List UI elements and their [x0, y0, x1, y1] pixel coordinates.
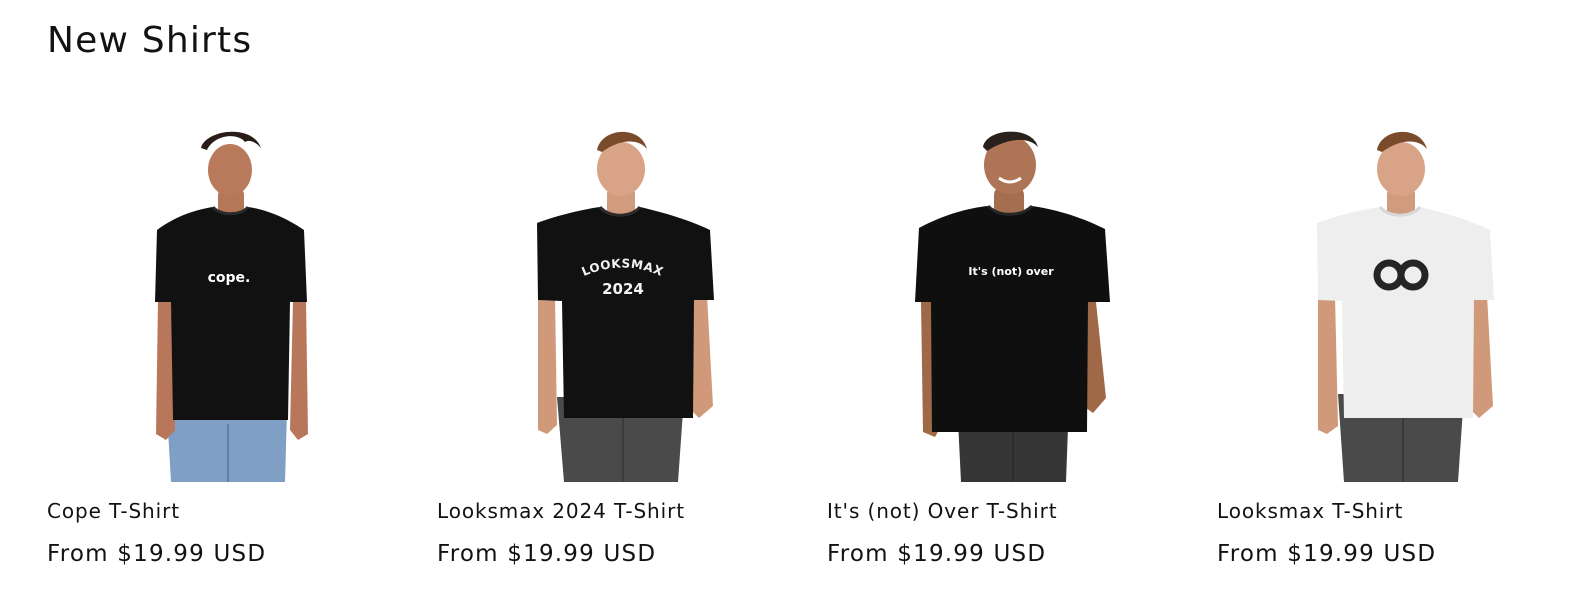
product-card[interactable]: LOOKSMAX 2024 Looksmax 2024 T-Shirt From…	[437, 112, 807, 569]
product-price: From $19.99 USD	[827, 541, 1047, 567]
cope-shirt-image: cope.	[155, 131, 308, 482]
its-not-over-shirt-image: It's (not) over	[915, 131, 1110, 482]
product-image[interactable]: cope.	[47, 112, 417, 482]
product-card[interactable]: It's (not) over It's (not) Over T-Shirt …	[827, 112, 1197, 569]
product-price: From $19.99 USD	[1217, 541, 1437, 567]
product-grid: cope. Cope T-Shirt From $19.99 USD LOOKS…	[47, 112, 1573, 569]
product-price: From $19.99 USD	[47, 541, 267, 567]
svg-text:cope.: cope.	[208, 270, 251, 286]
svg-text:It's (not) over: It's (not) over	[968, 265, 1054, 278]
looksmax-2024-shirt-image: LOOKSMAX 2024	[537, 131, 714, 482]
product-image[interactable]: LOOKSMAX 2024	[437, 112, 807, 482]
product-title[interactable]: Looksmax 2024 T-Shirt	[437, 497, 807, 525]
product-card[interactable]: Looksmax T-Shirt From $19.99 USD	[1217, 112, 1573, 569]
product-title[interactable]: It's (not) Over T-Shirt	[827, 497, 1197, 525]
product-title[interactable]: Looksmax T-Shirt	[1217, 497, 1573, 525]
svg-text:2024: 2024	[602, 280, 644, 298]
product-title[interactable]: Cope T-Shirt	[47, 497, 417, 525]
product-image[interactable]	[1217, 112, 1573, 482]
product-card[interactable]: cope. Cope T-Shirt From $19.99 USD	[47, 112, 417, 569]
looksmax-logo-shirt-image	[1317, 131, 1494, 482]
section-title: New Shirts	[47, 20, 253, 61]
product-collection: New Shirts cope. Cope T-Shirt From $19.9…	[0, 0, 1573, 614]
product-price: From $19.99 USD	[437, 541, 657, 567]
product-image[interactable]: It's (not) over	[827, 112, 1197, 482]
